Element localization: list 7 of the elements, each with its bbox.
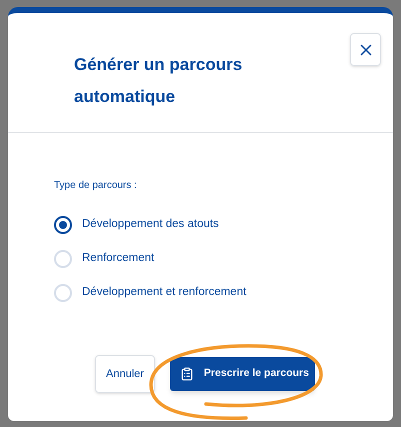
radio-option[interactable]: Développement et renforcement	[54, 276, 393, 310]
radio-option[interactable]: Renforcement	[54, 242, 393, 276]
radio-option[interactable]: Développement des atouts	[54, 208, 393, 242]
cancel-button[interactable]: Annuler	[95, 355, 155, 393]
dialog-title: Générer un parcours automatique	[74, 54, 244, 108]
field-label: Type de parcours :	[54, 179, 138, 193]
prescribe-button[interactable]: Prescrire le parcours	[170, 357, 315, 391]
